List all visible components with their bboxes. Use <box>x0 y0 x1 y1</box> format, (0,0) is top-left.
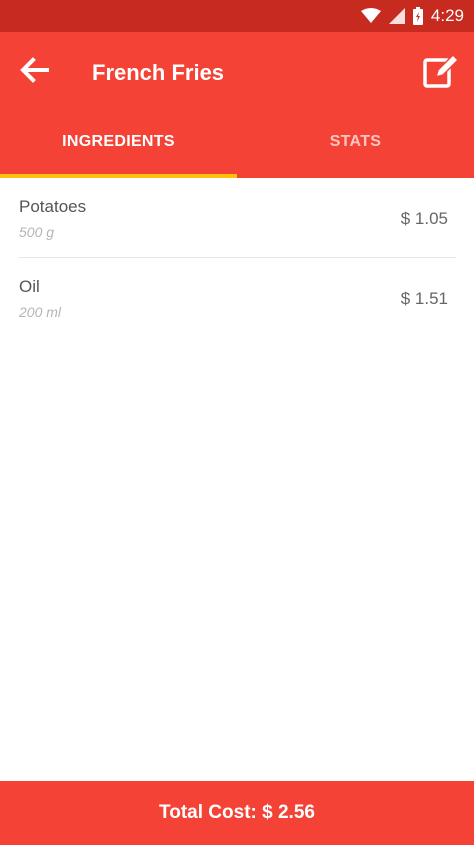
ingredient-quantity: 200 ml <box>19 304 62 320</box>
arrow-back-icon <box>19 56 49 88</box>
battery-icon <box>412 7 423 25</box>
total-cost-label: Total Cost: $ 2.56 <box>159 802 315 823</box>
tab-bar: INGREDIENTS STATS <box>0 114 474 178</box>
status-time: 4:29 <box>430 6 464 25</box>
tab-stats[interactable]: STATS <box>237 114 474 178</box>
app-bar: French Fries <box>0 32 474 114</box>
edit-icon <box>422 53 460 94</box>
ingredient-price: $ 1.05 <box>400 209 448 228</box>
ingredient-list: Potatoes 500 g $ 1.05 Oil 200 ml $ 1.51 <box>0 178 474 338</box>
list-item[interactable]: Oil 200 ml $ 1.51 <box>0 258 474 338</box>
wifi-icon <box>360 8 381 24</box>
ingredient-quantity: 500 g <box>19 224 55 240</box>
ingredient-name: Oil <box>19 277 40 296</box>
tab-ingredients[interactable]: INGREDIENTS <box>0 114 237 178</box>
edit-button[interactable] <box>420 52 462 94</box>
list-item[interactable]: Potatoes 500 g $ 1.05 <box>0 178 474 258</box>
total-cost-bar: Total Cost: $ 2.56 <box>0 781 474 845</box>
page-title: French Fries <box>92 60 225 85</box>
back-button[interactable] <box>16 54 52 90</box>
ingredient-name: Potatoes <box>19 197 87 216</box>
ingredient-price: $ 1.51 <box>400 289 448 308</box>
signal-icon <box>388 8 405 24</box>
status-bar: 4:29 <box>0 0 474 32</box>
